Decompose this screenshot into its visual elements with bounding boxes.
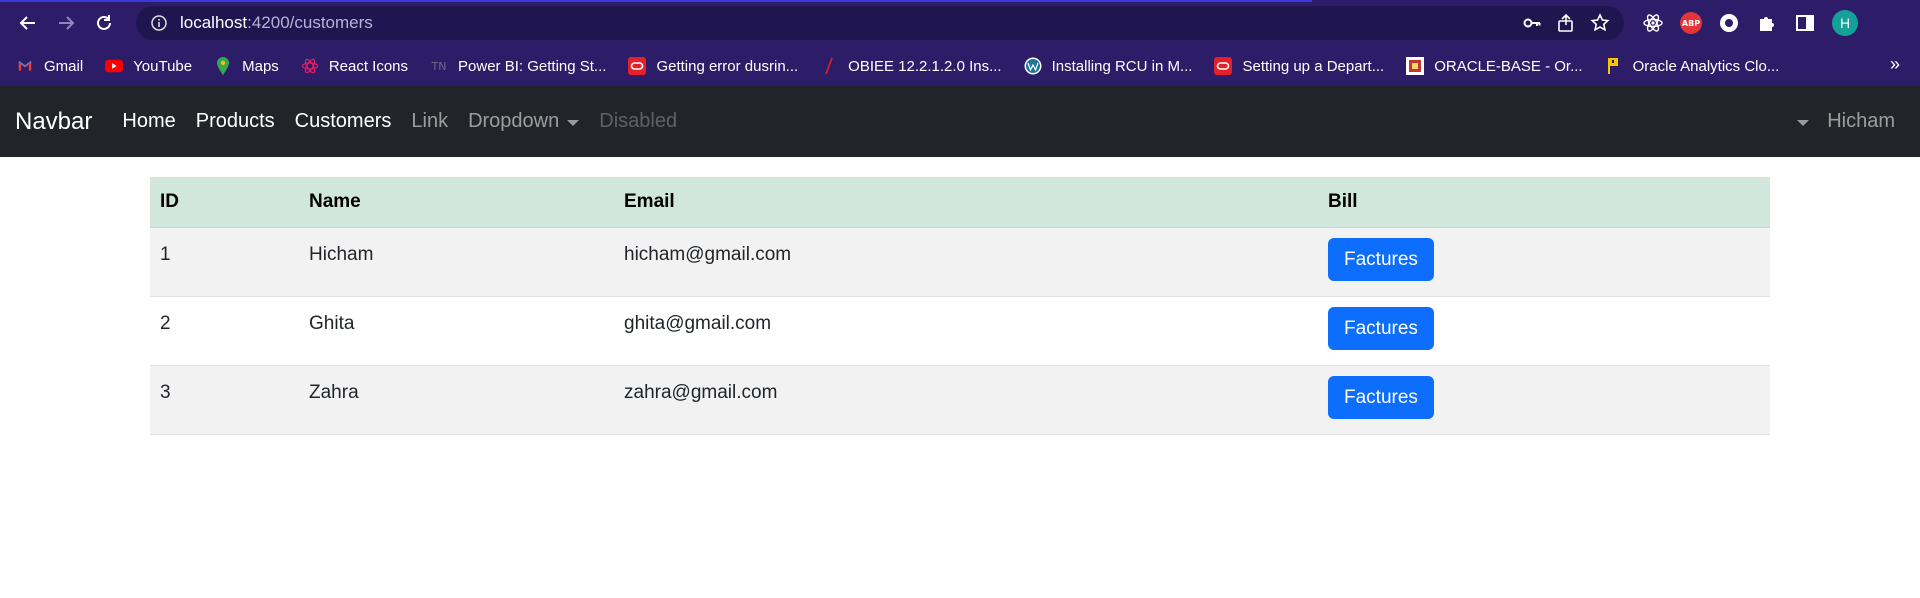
bookmark-label: Installing RCU in M... (1051, 57, 1193, 75)
react-icon (301, 57, 319, 75)
factures-button[interactable]: Factures (1328, 306, 1434, 350)
table-header-row: ID Name Email Bill (150, 177, 1770, 228)
table-row: 1 Hicham hicham@gmail.com Factures (150, 227, 1770, 296)
oracle-icon (628, 57, 647, 75)
reload-icon (97, 15, 111, 30)
nav-products[interactable]: Products (196, 110, 275, 133)
tn-icon: TN (431, 59, 447, 73)
share-icon[interactable] (1556, 13, 1576, 33)
header-bill: Bill (1318, 177, 1770, 228)
user-name: Hicham (1827, 110, 1895, 132)
address-bar-actions (1522, 6, 1610, 40)
maps-icon (214, 57, 232, 75)
cell-email: ghita@gmail.com (624, 312, 772, 334)
user-menu[interactable]: Hicham (1797, 86, 1895, 157)
key-icon[interactable] (1522, 13, 1542, 33)
nav-customers[interactable]: Customers (295, 110, 392, 133)
cell-name: Hicham (309, 243, 374, 265)
bookmark-oracle-analytics[interactable]: Oracle Analytics Clo... (1605, 57, 1780, 75)
header-email: Email (614, 177, 1318, 228)
bookmark-label: Power BI: Getting St... (458, 57, 607, 75)
cell-bill: Factures (1318, 365, 1770, 434)
bookmark-setting-up[interactable]: Setting up a Depart... (1214, 57, 1384, 75)
oraclebase-icon (1406, 57, 1425, 75)
factures-button[interactable]: Factures (1328, 375, 1434, 419)
youtube-icon (105, 57, 124, 75)
nav-home[interactable]: Home (122, 110, 175, 133)
arrow-right-icon (59, 16, 75, 30)
bookmark-youtube[interactable]: YouTube (105, 57, 192, 75)
bookmark-label: Getting error dusrin... (656, 57, 799, 75)
info-icon[interactable] (150, 14, 168, 32)
header-id: ID (150, 177, 299, 228)
nav-dropdown[interactable]: Dropdown (468, 110, 580, 133)
puzzle-icon[interactable] (1756, 12, 1778, 34)
cell-id: 1 (160, 243, 171, 265)
bookmark-oracle-base[interactable]: ORACLE-BASE - Or... (1406, 57, 1583, 75)
url-host: localhost (180, 13, 248, 32)
browser-chrome: localhost:4200/customers ABP H Gmail You… (0, 0, 1920, 86)
nav-dropdown-label: Dropdown (468, 110, 560, 132)
url-path: :4200/customers (247, 13, 373, 32)
arrow-left-icon (19, 16, 35, 30)
slash-icon (820, 57, 838, 75)
adblock-icon[interactable]: ABP (1680, 12, 1702, 34)
table-row: 2 Ghita ghita@gmail.com Factures (150, 296, 1770, 365)
bookmark-obiee[interactable]: OBIEE 12.2.1.2.0 Ins... (820, 57, 1002, 75)
cell-id: 2 (160, 312, 171, 334)
bookmark-label: Setting up a Depart... (1242, 57, 1385, 75)
navbar-brand[interactable]: Navbar (15, 108, 92, 136)
bookmarks-bar: Gmail YouTube Maps React Icons TN Power … (0, 46, 1920, 86)
star-icon[interactable] (1590, 13, 1610, 33)
wordpress-icon (1024, 57, 1042, 75)
bookmark-maps[interactable]: Maps (214, 57, 279, 75)
reload-button[interactable] (88, 7, 120, 39)
loading-bar (0, 0, 1312, 2)
side-panel-icon[interactable] (1794, 12, 1816, 34)
caret-down-icon (1797, 119, 1810, 126)
bookmark-label: Maps (242, 57, 279, 75)
extensions-area: ABP H (1642, 10, 1858, 36)
gmail-icon (16, 57, 34, 75)
extension-circle-icon[interactable] (1718, 12, 1740, 34)
profile-avatar[interactable]: H (1832, 10, 1858, 36)
browser-toolbar: localhost:4200/customers ABP H (0, 0, 1920, 46)
bookmark-power-bi[interactable]: TN Power BI: Getting St... (430, 57, 607, 75)
customers-table: ID Name Email Bill 1 Hicham hicham@gmail… (150, 177, 1770, 435)
factures-button[interactable]: Factures (1328, 237, 1434, 281)
bookmark-label: YouTube (133, 57, 193, 75)
forward-button[interactable] (50, 7, 82, 39)
bookmark-label: Gmail (44, 57, 84, 75)
oracle-icon (1214, 57, 1233, 75)
back-button[interactable] (12, 7, 44, 39)
address-bar[interactable]: localhost:4200/customers (136, 6, 1624, 40)
url-text: localhost:4200/customers (180, 13, 373, 33)
cell-email: hicham@gmail.com (624, 243, 792, 265)
caret-down-icon (567, 119, 580, 126)
cell-bill: Factures (1318, 227, 1770, 296)
react-devtools-icon[interactable] (1642, 12, 1664, 34)
header-name: Name (299, 177, 614, 228)
bookmark-label: ORACLE-BASE - Or... (1434, 57, 1583, 75)
flag-icon (1605, 57, 1623, 75)
bookmarks-overflow-button[interactable]: » (1890, 54, 1900, 75)
adblock-badge: ABP (1680, 12, 1702, 34)
bookmark-label: React Icons (328, 57, 409, 75)
cell-name: Ghita (309, 312, 355, 334)
nav-disabled: Disabled (599, 110, 678, 132)
bookmark-react-icons[interactable]: React Icons (301, 57, 408, 75)
nav-link[interactable]: Link (411, 110, 448, 133)
cell-bill: Factures (1318, 296, 1770, 365)
bookmark-installing-rcu[interactable]: Installing RCU in M... (1024, 57, 1193, 75)
bookmark-gmail[interactable]: Gmail (16, 57, 83, 75)
bookmark-getting-error[interactable]: Getting error dusrin... (628, 57, 798, 75)
app-navbar: Navbar Home Products Customers Link Drop… (0, 86, 1920, 157)
cell-id: 3 (160, 381, 171, 403)
customers-container: ID Name Email Bill 1 Hicham hicham@gmail… (150, 177, 1770, 435)
bookmark-label: Oracle Analytics Clo... (1632, 57, 1780, 75)
cell-name: Zahra (309, 381, 359, 403)
cell-email: zahra@gmail.com (624, 381, 778, 403)
bookmark-label: OBIEE 12.2.1.2.0 Ins... (848, 57, 1002, 75)
table-row: 3 Zahra zahra@gmail.com Factures (150, 365, 1770, 434)
